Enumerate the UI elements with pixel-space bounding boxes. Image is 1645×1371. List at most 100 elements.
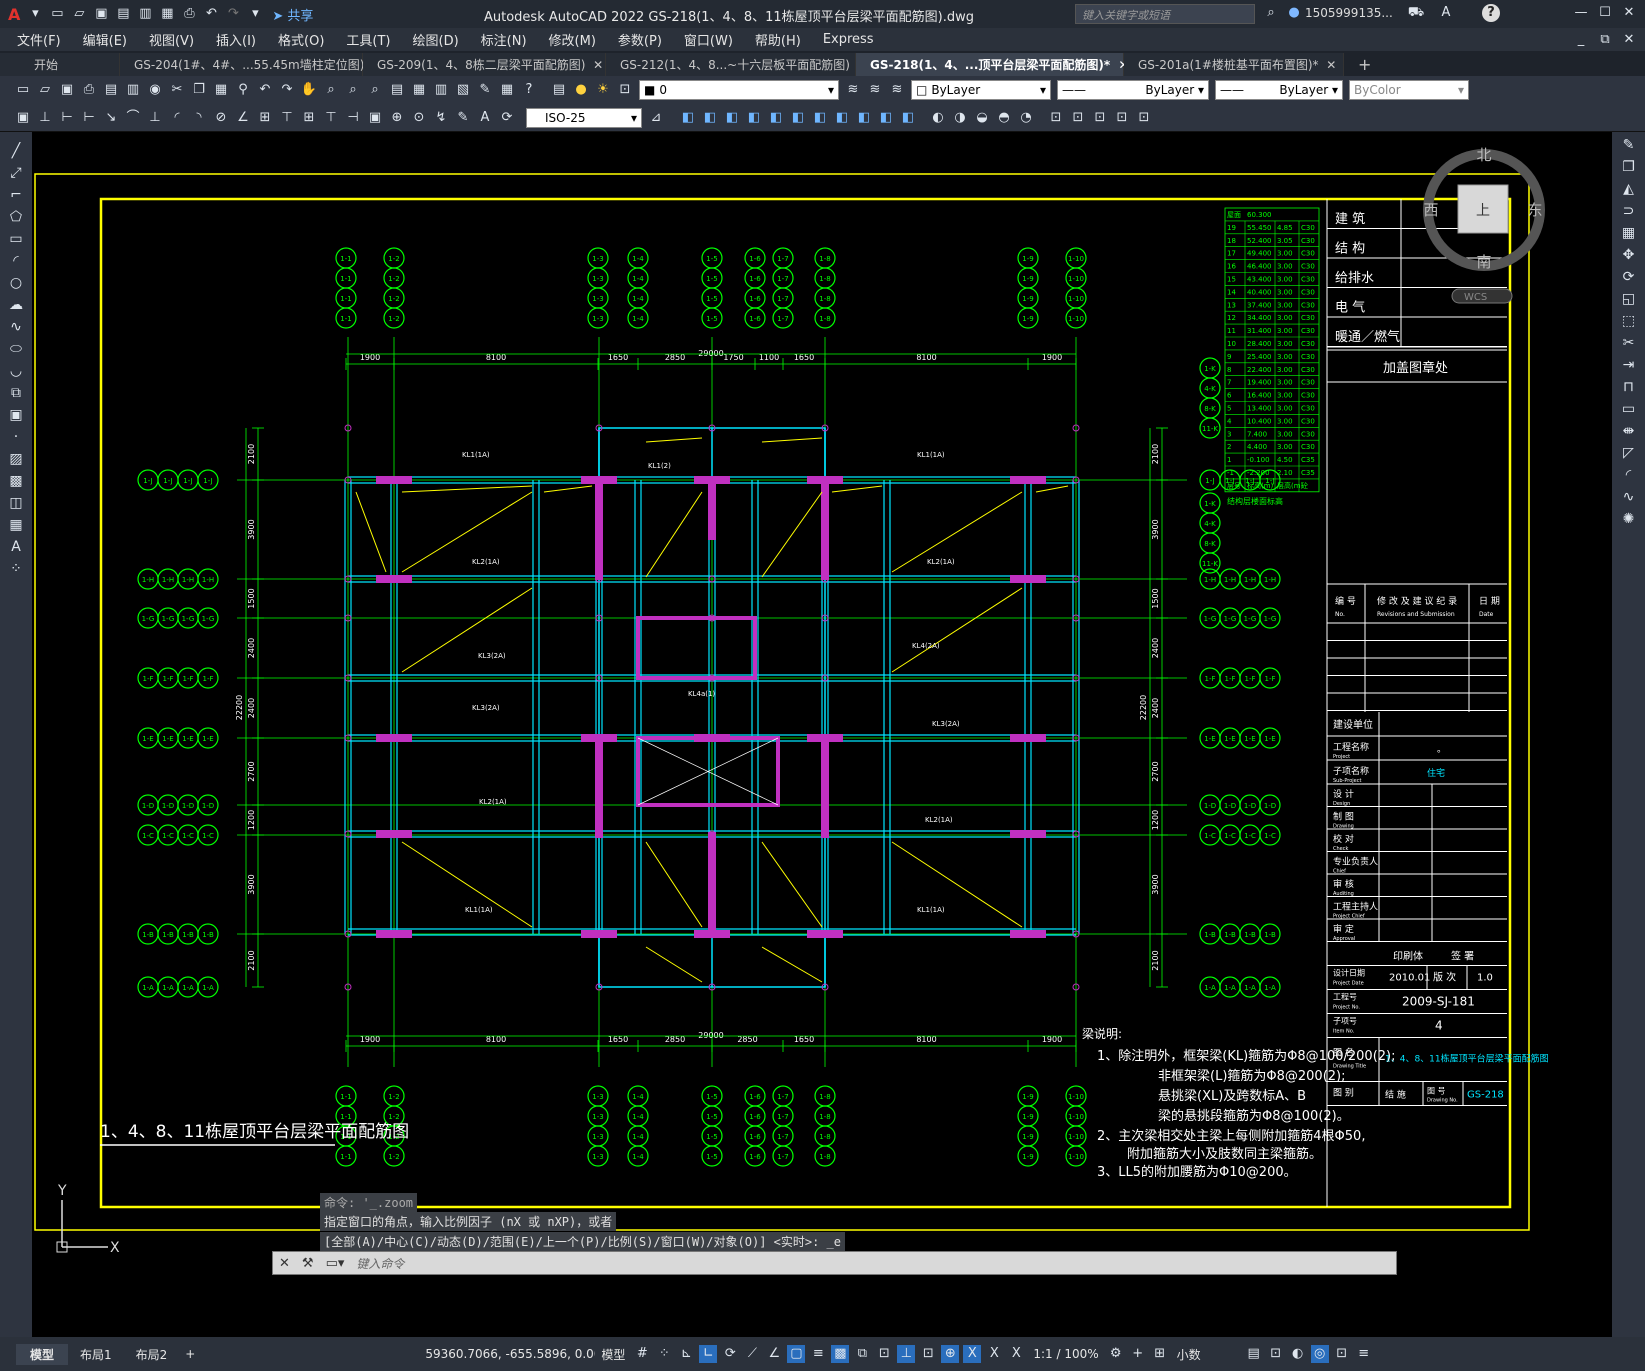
workspace-gear-icon[interactable]: ⚙ [1107, 1345, 1125, 1363]
selection-filter-icon[interactable]: ⊡ [919, 1345, 937, 1363]
layer-previous-icon[interactable]: ≋ [866, 81, 884, 99]
match-properties-icon[interactable]: ⚲ [234, 81, 252, 99]
model-space-button[interactable]: 模型 [595, 1346, 631, 1363]
open-icon[interactable]: ▱ [36, 81, 54, 99]
osnap-icon[interactable]: ▢ [787, 1345, 806, 1363]
open-file-icon[interactable]: ▱ [70, 5, 88, 23]
annotation-scale-dropdown[interactable]: 1:1 / 100% [1027, 1347, 1104, 1361]
command-close-icon[interactable]: ✕ [279, 1256, 290, 1271]
preview-icon[interactable]: ▤ [102, 81, 120, 99]
view-cube[interactable]: 上 北 南 东 西 WCS [1423, 146, 1545, 304]
quick-dim-icon[interactable]: ⊞ [256, 109, 274, 127]
open-web-icon[interactable]: ▥ [136, 5, 154, 23]
help-icon[interactable]: ? [520, 81, 538, 99]
mirror-icon[interactable]: ◭ [1617, 178, 1641, 200]
tab-close-icon[interactable]: ✕ [593, 58, 603, 72]
break-point-icon[interactable]: ⊓ [1617, 376, 1641, 398]
publish-icon[interactable]: ▥ [124, 81, 142, 99]
tab-gs204[interactable]: GS-204(1#、4#、...55.45m墙柱定位图) ✕ [120, 53, 382, 76]
menu-help[interactable]: 帮助(H) [744, 30, 812, 49]
view-icon[interactable]: ◧ [833, 109, 851, 127]
doc-restore-icon[interactable]: ⧉ [1596, 31, 1614, 49]
aligned-dim-icon[interactable]: ↘ [102, 109, 120, 127]
3d-print-icon[interactable]: ◉ [146, 81, 164, 99]
revcloud-icon[interactable]: ☁ [4, 294, 28, 316]
restore-icon[interactable]: ☐ [1596, 4, 1614, 22]
view-icon[interactable]: ◧ [679, 109, 697, 127]
view-icon[interactable]: ◧ [723, 109, 741, 127]
shade-icon[interactable]: ◓ [995, 109, 1013, 127]
command-recent-icon[interactable]: ▭▾ [326, 1256, 345, 1271]
redo-icon[interactable]: ↷ [224, 5, 242, 23]
menu-dimension[interactable]: 标注(N) [470, 30, 538, 49]
menu-edit[interactable]: 编辑(E) [72, 30, 138, 49]
tab-gs212[interactable]: GS-212(1、4、8...~十六层板平面配筋图) ✕ [606, 53, 868, 76]
autoscale-icon[interactable]: Ⅹ [985, 1345, 1003, 1363]
redo-icon[interactable]: ↷ [278, 81, 296, 99]
search-box[interactable]: 键入关键字或短语 [1075, 4, 1255, 24]
arc-icon[interactable]: ◜ [4, 250, 28, 272]
view-icon[interactable]: ◧ [745, 109, 763, 127]
lineweight-icon[interactable]: ≡ [809, 1345, 827, 1363]
save-as-icon[interactable]: ▤ [114, 5, 132, 23]
jogged-icon[interactable]: ◝ [190, 109, 208, 127]
paste-icon[interactable]: ▦ [212, 81, 230, 99]
lock-icon[interactable]: ⊡ [616, 81, 634, 99]
menu-view[interactable]: 视图(V) [138, 30, 205, 49]
tab-start[interactable]: 开始 [0, 53, 120, 76]
add-selected-icon[interactable]: ⁘ [4, 558, 28, 580]
zoom-previous-icon[interactable]: ⌕ [366, 81, 384, 99]
view-icon[interactable]: ◧ [811, 109, 829, 127]
line-icon[interactable]: ╱ [4, 140, 28, 162]
ortho-icon[interactable]: ∟ [699, 1345, 718, 1363]
snap-icon[interactable]: ⁘ [655, 1345, 673, 1363]
continue-icon[interactable]: ⊞ [300, 109, 318, 127]
polyline-icon[interactable]: ⌐ [4, 184, 28, 206]
compass-north[interactable]: 北 [1476, 146, 1491, 164]
rectangle-icon[interactable]: ▭ [4, 228, 28, 250]
dimedit-icon[interactable]: ✎ [454, 109, 472, 127]
menu-express[interactable]: Express [812, 32, 885, 47]
gradient-icon[interactable]: ▩ [4, 470, 28, 492]
layout-tab-2[interactable]: 布局2 [124, 1344, 180, 1365]
join-icon[interactable]: ⇼ [1617, 420, 1641, 442]
tab-gs218[interactable]: GS-218(1、4、...顶平台层梁平面配筋图)* ✕ [856, 53, 1129, 76]
radius-icon[interactable]: ◜ [168, 109, 186, 127]
layer-properties-icon[interactable]: ▤ [550, 81, 568, 99]
arc-length-icon[interactable]: ⌒ [124, 109, 142, 127]
jogged-linear-icon[interactable]: ↯ [432, 109, 450, 127]
customization-icon[interactable]: ≡ [1355, 1345, 1373, 1363]
ellipse-icon[interactable]: ⬭ [4, 338, 28, 360]
tab-gs209[interactable]: GS-209(1、4、8栋二层梁平面配筋图) ✕ [363, 53, 606, 76]
selection-cycling-icon[interactable]: ⧉ [853, 1345, 871, 1363]
layer-dropdown[interactable]: ■ 0 ▾ [639, 80, 839, 100]
3dosnap-icon[interactable]: ⊡ [875, 1345, 893, 1363]
zoom-window-icon[interactable]: ⌕ [344, 81, 362, 99]
layout-tab-1[interactable]: 布局1 [68, 1344, 124, 1365]
scale-icon[interactable]: ◱ [1617, 288, 1641, 310]
save-icon[interactable]: ▣ [92, 5, 110, 23]
annotation-monitor-icon[interactable]: + [1129, 1345, 1147, 1363]
quick-properties-icon[interactable]: ▤ [1245, 1345, 1263, 1363]
polygon-icon[interactable]: ⬠ [4, 206, 28, 228]
units-dropdown[interactable]: 小数 [1171, 1346, 1243, 1363]
tab-gs201a[interactable]: GS-201a(1#楼桩基平面布置图)* ✕ [1124, 53, 1344, 76]
shade-icon[interactable]: ◑ [951, 109, 969, 127]
linetype-dropdown[interactable]: —— ByLayer ▾ [1057, 80, 1209, 100]
user-icon[interactable]: ● [1285, 4, 1303, 22]
layer-states-icon[interactable]: ≋ [888, 81, 906, 99]
circle-icon[interactable]: ○ [4, 272, 28, 294]
break-icon[interactable]: ⊣ [344, 109, 362, 127]
zoom-realtime-icon[interactable]: ⌕ [322, 81, 340, 99]
doc-close-icon[interactable]: ✕ [1620, 31, 1638, 49]
user-name[interactable]: 1505999135... [1305, 6, 1393, 20]
view-icon[interactable]: ◧ [877, 109, 895, 127]
erase-icon[interactable]: ✎ [1617, 134, 1641, 156]
ordinate-icon[interactable]: ⊥ [146, 109, 164, 127]
polar-icon[interactable]: ⟳ [721, 1345, 739, 1363]
ucs-icon[interactable]: ⊥ [36, 109, 54, 127]
otrack-icon[interactable]: ∠ [765, 1345, 783, 1363]
hardware-accel-icon[interactable]: ◎ [1310, 1345, 1329, 1363]
markup-icon[interactable]: ✎ [476, 81, 494, 99]
rotate-icon[interactable]: ⟳ [1617, 266, 1641, 288]
